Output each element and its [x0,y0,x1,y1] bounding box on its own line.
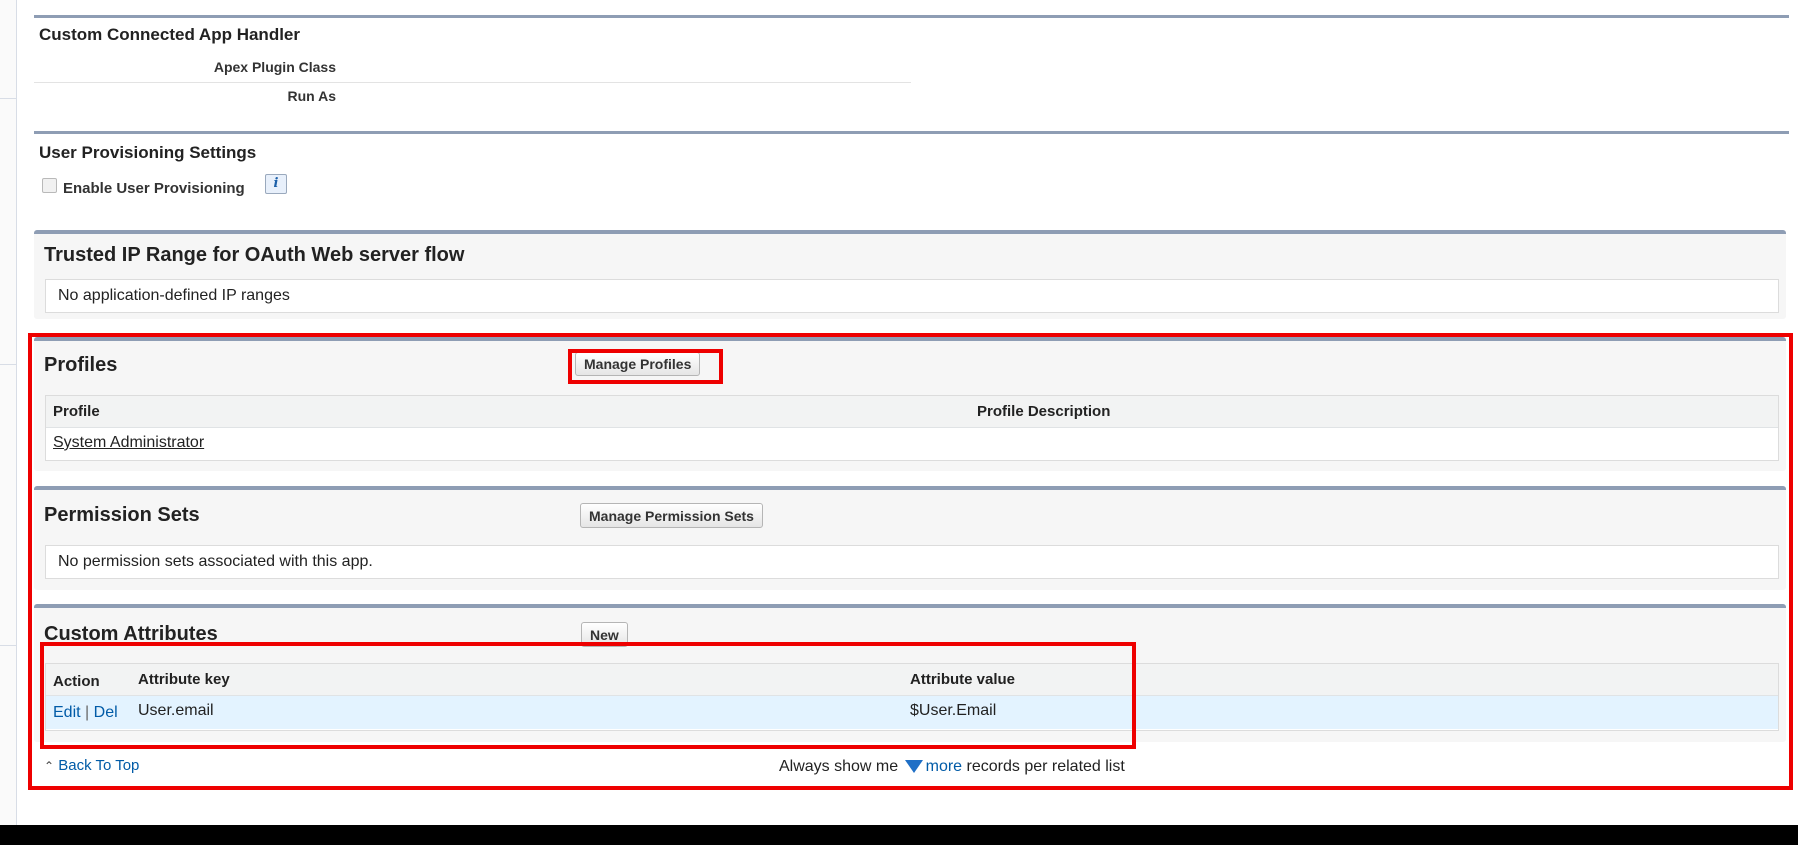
apex-plugin-class-label: Apex Plugin Class [213,59,336,75]
trusted-ip-block: Trusted IP Range for OAuth Web server fl… [34,230,1786,319]
enable-user-provisioning-label: Enable User Provisioning [63,180,245,197]
gutter-divider [0,645,16,646]
highlight-box-custom-attributes-table [40,642,1136,749]
trusted-ip-title: Trusted IP Range for OAuth Web server fl… [44,244,465,266]
gutter-divider [0,98,16,99]
info-icon[interactable]: i [265,174,287,194]
bottom-bar [0,825,1798,845]
run-as-label: Run As [287,88,336,104]
provisioning-section-title: User Provisioning Settings [39,143,257,162]
handler-section-title: Custom Connected App Handler [39,25,300,44]
trusted-ip-message-box: No application-defined IP ranges [45,279,1779,313]
highlight-box-manage-profiles [568,349,723,384]
left-gutter [0,0,17,825]
field-divider [34,82,911,83]
trusted-ip-message: No application-defined IP ranges [58,287,290,304]
handler-section-rule [34,15,1789,18]
provisioning-section-rule [34,131,1789,134]
gutter-divider [0,364,16,365]
enable-user-provisioning-checkbox[interactable] [42,178,57,193]
